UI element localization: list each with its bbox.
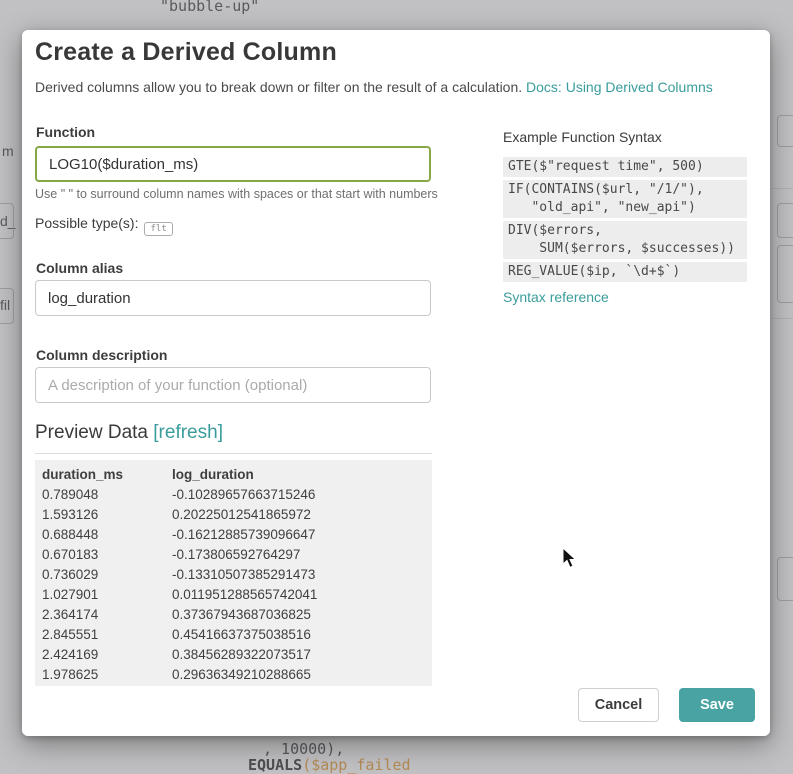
background-input-edge-right-3	[777, 245, 793, 303]
table-row: 1.5931260.20225012541865972	[35, 505, 432, 525]
column-alias-input[interactable]	[35, 280, 431, 316]
column-description-input[interactable]	[35, 367, 431, 403]
refresh-link[interactable]: [refresh]	[153, 422, 223, 443]
preview-table-header: duration_ms log_duration	[35, 465, 432, 485]
syntax-reference-link[interactable]: Syntax reference	[503, 289, 609, 305]
cell-log-duration: -0.16212885739096647	[172, 525, 432, 545]
possible-types-label: Possible type(s):	[35, 215, 138, 231]
preview-data-heading: Preview Data [refresh]	[35, 422, 223, 444]
cell-log-duration: -0.13310507385291473	[172, 565, 432, 585]
cell-duration: 0.789048	[35, 485, 172, 505]
cell-duration: 1.978625	[35, 665, 172, 685]
background-divider-right-2	[772, 318, 793, 319]
type-badge-flt: flt	[144, 222, 172, 236]
table-row: 0.789048-0.10289657663715246	[35, 485, 432, 505]
cell-log-duration: 0.20225012541865972	[172, 505, 432, 525]
dialog-title: Create a Derived Column	[35, 38, 337, 67]
table-row: 1.9786250.29636349210288665	[35, 665, 432, 685]
cell-log-duration: 0.38456289322073517	[172, 645, 432, 665]
cell-log-duration: -0.10289657663715246	[172, 485, 432, 505]
cell-duration: 2.364174	[35, 605, 172, 625]
table-row: 0.688448-0.16212885739096647	[35, 525, 432, 545]
background-code-args: ($app_failed	[302, 756, 410, 774]
function-label: Function	[36, 124, 95, 140]
syntax-example-if: IF(CONTAINS($url, "/1/"), "old_api", "ne…	[503, 180, 747, 218]
background-code-bottom-2: EQUALS($app_failed	[248, 756, 411, 774]
background-input-edge-right-2	[777, 203, 793, 238]
cell-log-duration: 0.45416637375038516	[172, 625, 432, 645]
docs-link[interactable]: Docs: Using Derived Columns	[526, 79, 713, 95]
save-button[interactable]: Save	[679, 688, 755, 722]
table-row: 2.3641740.37367943687036825	[35, 605, 432, 625]
syntax-example-reg-value: REG_VALUE($ip, `\d+$`)	[503, 262, 747, 282]
cell-duration: 0.688448	[35, 525, 172, 545]
column-description-label: Column description	[36, 347, 167, 363]
function-input[interactable]	[35, 146, 431, 182]
background-fragment-left-1: m	[2, 143, 14, 159]
table-row: 2.4241690.38456289322073517	[35, 645, 432, 665]
dialog-description-text: Derived columns allow you to break down …	[35, 79, 526, 95]
background-input-edge-right-4	[777, 557, 793, 601]
cell-duration: 0.670183	[35, 545, 172, 565]
cell-log-duration: 0.29636349210288665	[172, 665, 432, 685]
background-input-edge-left-2	[0, 288, 14, 324]
cell-duration: 2.845551	[35, 625, 172, 645]
background-code-keyword: EQUALS	[248, 756, 302, 774]
cell-duration: 1.027901	[35, 585, 172, 605]
table-row: 2.8455510.45416637375038516	[35, 625, 432, 645]
background-code-top: "bubble-up"	[160, 0, 259, 15]
cell-duration: 2.424169	[35, 645, 172, 665]
background-input-edge-left-1	[0, 203, 14, 239]
preview-table: duration_ms log_duration 0.789048-0.1028…	[35, 460, 432, 686]
cell-log-duration: 0.011951288565742041	[172, 585, 432, 605]
cancel-button[interactable]: Cancel	[578, 688, 659, 722]
column-header-duration-ms: duration_ms	[35, 465, 172, 485]
column-header-log-duration: log_duration	[172, 465, 432, 485]
function-helper-text: Use " " to surround column names with sp…	[35, 187, 438, 201]
cell-log-duration: 0.37367943687036825	[172, 605, 432, 625]
preview-divider	[35, 453, 432, 454]
table-row: 0.736029-0.13310507385291473	[35, 565, 432, 585]
dialog-description: Derived columns allow you to break down …	[35, 79, 713, 95]
preview-data-title: Preview Data	[35, 422, 148, 443]
column-alias-label: Column alias	[36, 260, 123, 276]
background-input-edge-right-1	[777, 115, 793, 147]
syntax-example-div: DIV($errors, SUM($errors, $successes))	[503, 221, 747, 259]
example-syntax-panel: Example Function Syntax GTE($"request ti…	[503, 129, 747, 307]
table-row: 0.670183-0.173806592764297	[35, 545, 432, 565]
example-syntax-title: Example Function Syntax	[503, 129, 747, 145]
background-divider-right-1	[772, 188, 793, 189]
possible-types: Possible type(s): flt	[35, 215, 173, 233]
cell-log-duration: -0.173806592764297	[172, 545, 432, 565]
cell-duration: 0.736029	[35, 565, 172, 585]
table-row: 1.0279010.011951288565742041	[35, 585, 432, 605]
create-derived-column-dialog: Create a Derived Column Derived columns …	[22, 30, 770, 736]
cell-duration: 1.593126	[35, 505, 172, 525]
syntax-example-gte: GTE($"request time", 500)	[503, 157, 747, 177]
